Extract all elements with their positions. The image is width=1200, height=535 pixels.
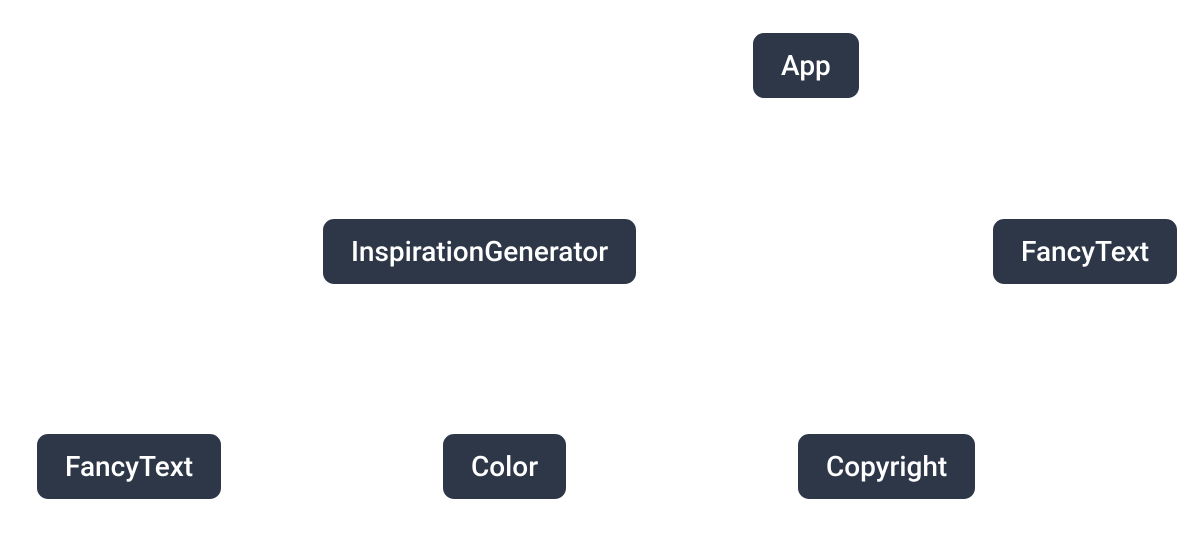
edge-label-ig-to-ftleft: renders?	[180, 352, 266, 377]
node-color: Color	[440, 431, 569, 502]
edge-label-app-to-ig: renders	[570, 137, 645, 162]
node-copyright-label: Copyright	[826, 450, 947, 483]
node-app-label: App	[781, 49, 831, 82]
node-inspiration-generator: InspirationGenerator	[320, 216, 639, 287]
edge-label-ig-to-copyright: renders	[710, 352, 785, 377]
component-tree-diagram: App InspirationGenerator FancyText Fancy…	[0, 0, 1200, 535]
node-app: App	[750, 30, 862, 101]
node-fancytext-left-label: FancyText	[65, 450, 193, 483]
node-fancytext-left: FancyText	[34, 431, 224, 502]
edge-label-ig-to-color: renders?	[390, 352, 476, 377]
node-fancytext-right: FancyText	[990, 216, 1180, 287]
node-inspiration-generator-label: InspirationGenerator	[351, 235, 608, 268]
node-copyright: Copyright	[795, 431, 978, 502]
edge-label-app-to-ft: renders	[905, 137, 980, 162]
node-fancytext-right-label: FancyText	[1021, 235, 1149, 268]
node-color-label: Color	[471, 450, 538, 483]
